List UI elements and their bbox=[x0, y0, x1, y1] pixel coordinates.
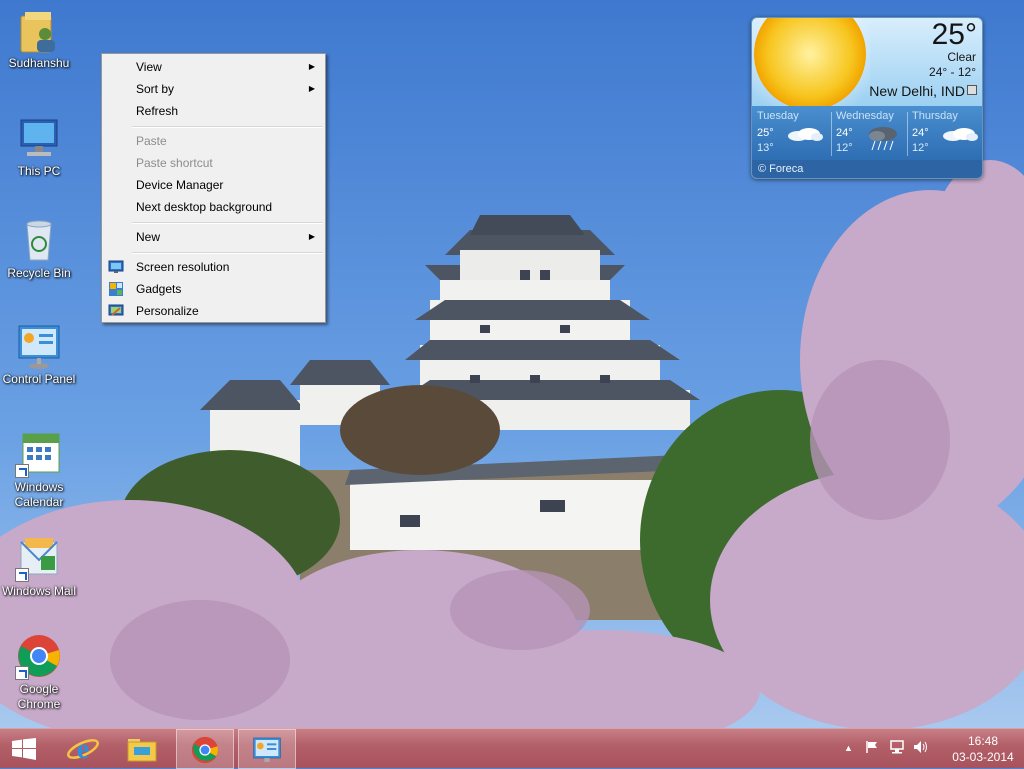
menu-item-refresh[interactable]: Refresh bbox=[104, 100, 323, 122]
chrome-icon bbox=[15, 632, 63, 680]
menu-separator bbox=[132, 126, 323, 128]
desktop-context-menu: View ▶ Sort by ▶ Refresh Paste Paste sho… bbox=[101, 53, 326, 323]
mail-icon bbox=[15, 534, 63, 582]
volume-icon[interactable] bbox=[913, 740, 929, 757]
calendar-icon bbox=[15, 430, 63, 478]
forecast-day: Wednesday 24° 12° bbox=[831, 106, 907, 160]
control-panel-icon bbox=[15, 322, 63, 370]
taskbar-control-panel[interactable] bbox=[238, 729, 296, 769]
clock-time: 16:48 bbox=[967, 734, 999, 748]
desktop-icon-this-pc[interactable]: This PC bbox=[1, 114, 77, 179]
forecast-strip: Tuesday 25° 13° Wednesday 24° 12° Thursd… bbox=[752, 106, 982, 160]
menu-separator bbox=[132, 222, 323, 224]
menu-item-sort-by[interactable]: Sort by ▶ bbox=[104, 78, 323, 100]
temperature-range: 24° - 12° bbox=[929, 65, 976, 79]
chrome-icon bbox=[191, 736, 219, 764]
weather-provider[interactable]: © Foreca bbox=[752, 160, 982, 178]
submenu-arrow-icon: ▶ bbox=[308, 232, 315, 241]
taskbar-google-chrome[interactable] bbox=[176, 729, 234, 769]
ie-icon: e bbox=[67, 734, 99, 765]
windows-logo-icon bbox=[12, 738, 36, 760]
desktop-icon-label: Google Chrome bbox=[17, 682, 61, 711]
desktop-icon-label: This PC bbox=[17, 164, 61, 178]
sun-icon bbox=[752, 18, 870, 106]
forecast-day: Tuesday 25° 13° bbox=[752, 106, 828, 160]
current-condition: Clear bbox=[947, 50, 976, 64]
weather-location[interactable]: New Delhi, IND bbox=[869, 83, 977, 99]
computer-icon bbox=[15, 114, 63, 162]
menu-item-next-desktop-background[interactable]: Next desktop background bbox=[104, 196, 323, 218]
folder-icon bbox=[127, 739, 157, 762]
menu-item-paste-shortcut[interactable]: Paste shortcut bbox=[104, 152, 323, 174]
show-hidden-icons-button[interactable]: ▲ bbox=[844, 743, 853, 753]
action-center-flag-icon[interactable] bbox=[865, 740, 879, 757]
recycle-bin-icon bbox=[15, 216, 63, 264]
monitor-icon bbox=[108, 260, 124, 273]
storm-icon bbox=[869, 127, 897, 151]
menu-item-gadgets[interactable]: Gadgets bbox=[104, 278, 323, 300]
desktop-icon-label: Sudhanshu bbox=[8, 56, 70, 70]
forecast-day: Thursday 24° 12° bbox=[907, 106, 982, 160]
taskbar-file-explorer[interactable] bbox=[118, 729, 166, 769]
desktop-icon-label: Control Panel bbox=[2, 372, 76, 386]
taskbar: e ▲ 16:48 03-03-2014 bbox=[0, 728, 1024, 769]
taskbar-clock[interactable]: 16:48 03-03-2014 bbox=[948, 733, 1018, 765]
menu-item-new[interactable]: New ▶ bbox=[104, 226, 323, 248]
desktop-icon-label: Windows Calendar bbox=[14, 480, 64, 509]
menu-item-paste[interactable]: Paste bbox=[104, 130, 323, 152]
shortcut-arrow-icon bbox=[15, 464, 29, 478]
network-icon[interactable] bbox=[889, 740, 905, 757]
submenu-arrow-icon: ▶ bbox=[308, 62, 315, 71]
cloudy-icon bbox=[943, 128, 978, 141]
control-panel-icon bbox=[253, 737, 281, 762]
submenu-arrow-icon: ▶ bbox=[308, 84, 315, 93]
desktop-icon-label: Recycle Bin bbox=[7, 266, 71, 280]
user-folder-icon bbox=[15, 6, 63, 54]
clock-date: 03-03-2014 bbox=[952, 750, 1014, 764]
cloudy-icon bbox=[788, 128, 823, 141]
desktop-icon-windows-calendar[interactable]: Windows Calendar bbox=[1, 430, 77, 510]
gadgets-icon bbox=[109, 282, 123, 296]
desktop-icon-control-panel[interactable]: Control Panel bbox=[1, 322, 77, 387]
menu-separator bbox=[132, 252, 323, 254]
shortcut-arrow-icon bbox=[15, 666, 29, 680]
svg-text:e: e bbox=[77, 734, 89, 765]
menu-item-screen-resolution[interactable]: Screen resolution bbox=[104, 256, 323, 278]
taskbar-internet-explorer[interactable]: e bbox=[58, 729, 106, 769]
start-button[interactable] bbox=[0, 729, 48, 769]
shortcut-arrow-icon bbox=[15, 568, 29, 582]
location-menu-icon[interactable] bbox=[967, 85, 977, 95]
desktop-icon-label: Windows Mail bbox=[1, 584, 76, 598]
menu-item-view[interactable]: View ▶ bbox=[104, 56, 323, 78]
menu-item-device-manager[interactable]: Device Manager bbox=[104, 174, 323, 196]
desktop-icon-windows-mail[interactable]: Windows Mail bbox=[1, 534, 77, 599]
personalize-icon bbox=[108, 304, 124, 316]
desktop-icon-recycle-bin[interactable]: Recycle Bin bbox=[1, 216, 77, 281]
weather-gadget[interactable]: 25° Clear 24° - 12° New Delhi, IND Tuesd… bbox=[751, 17, 983, 179]
current-temperature: 25° bbox=[931, 18, 977, 51]
desktop-icon-user-folder[interactable]: Sudhanshu bbox=[1, 6, 77, 71]
menu-item-personalize[interactable]: Personalize bbox=[104, 300, 323, 322]
desktop-icon-google-chrome[interactable]: Google Chrome bbox=[1, 632, 77, 712]
